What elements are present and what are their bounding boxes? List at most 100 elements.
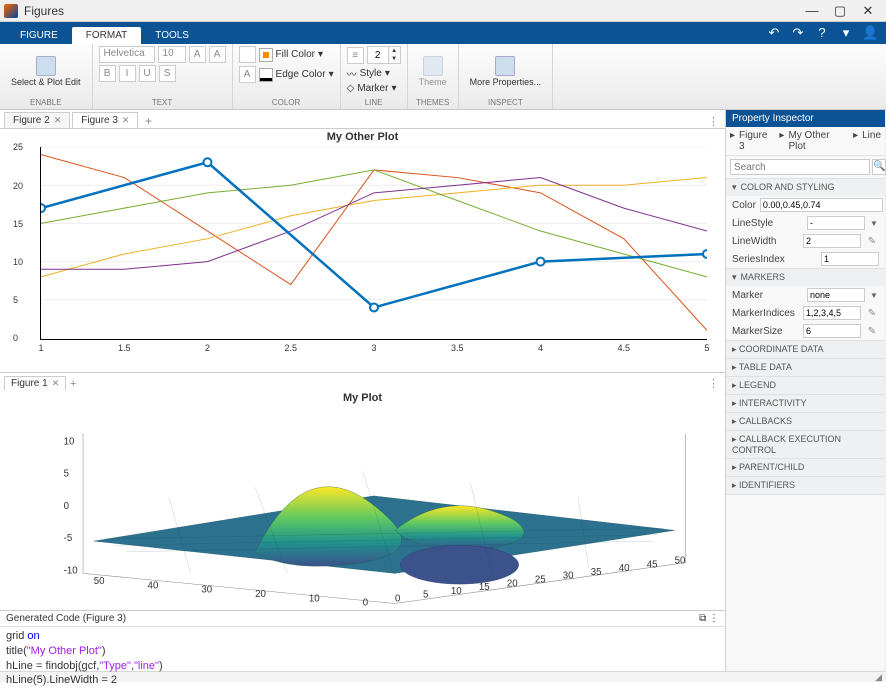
line-style-label: Style	[360, 68, 382, 79]
close-button[interactable]: ✕	[854, 3, 882, 19]
user-icon[interactable]: 👤	[862, 25, 878, 41]
underline-button[interactable]: U	[139, 65, 156, 82]
x-tick: 4	[538, 343, 543, 353]
search-input[interactable]	[730, 159, 870, 175]
property-input[interactable]	[807, 216, 865, 230]
font-size-select[interactable]: 10	[158, 46, 186, 63]
crumb-axes[interactable]: My Other Plot	[788, 130, 849, 152]
fill-swatch-icon	[259, 48, 273, 62]
undo-icon[interactable]: ↶	[766, 25, 782, 41]
property-row: LineWidth✎	[726, 232, 885, 250]
more-properties-button[interactable]: More Properties...	[465, 53, 547, 91]
edge-color-label: Edge Color	[276, 69, 326, 80]
select-plot-edit-button[interactable]: Select & Plot Edit	[6, 53, 86, 91]
x-tick: 5	[704, 343, 709, 353]
tab-tools[interactable]: TOOLS	[141, 27, 203, 44]
section-header[interactable]: ▸ PARENT/CHILD	[726, 459, 885, 476]
breadcrumb: ▸ Figure 3 ▸ My Other Plot ▸ Line	[726, 127, 885, 156]
chevron-down-icon[interactable]: ▼	[869, 291, 879, 300]
code-content[interactable]: grid on title("My Other Plot") hLine = f…	[0, 627, 725, 692]
section-header[interactable]: ▸ TABLE DATA	[726, 359, 885, 376]
section-header[interactable]: ▸ CALLBACK EXECUTION CONTROL	[726, 431, 885, 458]
theme-button[interactable]: Theme	[414, 53, 452, 91]
x-tick: 3.5	[451, 343, 464, 353]
italic-button[interactable]: I	[119, 65, 136, 82]
property-input[interactable]	[807, 288, 865, 302]
chevron-down-icon[interactable]: ▼	[869, 219, 879, 228]
property-input[interactable]	[803, 234, 861, 248]
figure-tab-2[interactable]: Figure 2✕	[4, 112, 70, 128]
svg-text:45: 45	[647, 560, 658, 571]
face-color-icon[interactable]	[239, 46, 256, 63]
property-input[interactable]	[803, 324, 861, 338]
close-icon[interactable]: ✕	[122, 115, 130, 126]
pane-menu-icon[interactable]: ⋮	[702, 115, 725, 128]
font-grow-button[interactable]: A	[189, 46, 206, 63]
property-input[interactable]	[760, 198, 883, 212]
line-marker[interactable]	[204, 159, 212, 167]
axes-my-plot[interactable]: My Plot	[0, 390, 725, 611]
strike-button[interactable]: S	[159, 65, 176, 82]
font-family-select[interactable]: Helvetica	[99, 46, 155, 63]
edit-icon[interactable]: ✎	[865, 326, 879, 337]
property-label: MarkerIndices	[732, 308, 799, 319]
help-icon[interactable]: ?	[814, 25, 830, 41]
marker-label: Marker	[357, 83, 388, 94]
resize-grip-icon[interactable]: ◢	[875, 672, 882, 683]
minimize-button[interactable]: —	[798, 3, 826, 18]
crumb-figure[interactable]: Figure 3	[739, 130, 775, 152]
redo-icon[interactable]: ↷	[790, 25, 806, 41]
crumb-line[interactable]: Line	[862, 130, 881, 152]
line-marker[interactable]	[41, 205, 45, 213]
property-input[interactable]	[821, 252, 879, 266]
line-width-stepper[interactable]: ▲▼	[367, 46, 401, 64]
section-header[interactable]: ▸ INTERACTIVITY	[726, 395, 885, 412]
close-icon[interactable]: ✕	[54, 115, 62, 126]
x-tick: 3	[371, 343, 376, 353]
pane-menu-icon[interactable]: ⋮	[702, 377, 725, 390]
section-header[interactable]: ▸ LEGEND	[726, 377, 885, 394]
close-icon[interactable]: ✕	[52, 378, 60, 389]
line-marker[interactable]	[537, 258, 545, 266]
section-header[interactable]: ▸ COORDINATE DATA	[726, 341, 885, 358]
axes-my-other-plot[interactable]: My Other Plot 051015202511.522.533.544.5…	[0, 129, 725, 372]
figure-tab-1-label: Figure 1	[11, 378, 48, 389]
section-header[interactable]: ▾ MARKERS	[726, 269, 885, 286]
maximize-button[interactable]: ▢	[826, 3, 854, 19]
font-shrink-button[interactable]: A	[209, 46, 226, 63]
svg-text:10: 10	[309, 593, 320, 604]
line-style-button[interactable]: 〰 Style ▾	[347, 66, 390, 81]
add-tab-button[interactable]: +	[140, 114, 156, 128]
line-marker[interactable]	[703, 250, 707, 258]
figure-tab-3-label: Figure 3	[81, 115, 118, 126]
section-header[interactable]: ▸ IDENTIFIERS	[726, 477, 885, 494]
svg-text:40: 40	[619, 563, 630, 574]
property-input[interactable]	[803, 306, 861, 320]
tab-figure[interactable]: FIGURE	[6, 27, 72, 44]
section-header[interactable]: ▾ COLOR AND STYLING	[726, 179, 885, 196]
y-tick: 5	[13, 295, 18, 305]
line-width-input[interactable]	[368, 47, 388, 63]
x-tick: 2	[205, 343, 210, 353]
line-marker[interactable]	[370, 304, 378, 312]
section-header[interactable]: ▸ CALLBACKS	[726, 413, 885, 430]
figure-tab-3[interactable]: Figure 3 ✕	[72, 112, 138, 128]
fill-color-button[interactable]: Fill Color ▾	[259, 48, 323, 62]
svg-text:10: 10	[64, 436, 75, 447]
pane-menu-icon[interactable]: ⋮	[709, 613, 719, 624]
edit-icon[interactable]: ✎	[865, 308, 879, 319]
tab-format[interactable]: FORMAT	[72, 27, 141, 44]
figure-tab-1[interactable]: Figure 1 ✕	[4, 376, 66, 390]
search-icon[interactable]: 🔍	[872, 159, 886, 175]
font-color-icon[interactable]: A	[239, 66, 256, 83]
edge-color-button[interactable]: Edge Color ▾	[259, 68, 334, 82]
x-tick: 2.5	[284, 343, 297, 353]
y-tick: 15	[13, 219, 23, 229]
bold-button[interactable]: B	[99, 65, 116, 82]
edit-icon[interactable]: ✎	[865, 236, 879, 247]
add-tab-button[interactable]: +	[66, 378, 80, 390]
y-tick: 25	[13, 142, 23, 152]
chevron-down-icon[interactable]: ▾	[838, 25, 854, 41]
selected-line[interactable]	[41, 163, 707, 308]
marker-button[interactable]: ◇ Marker ▾	[347, 83, 397, 94]
